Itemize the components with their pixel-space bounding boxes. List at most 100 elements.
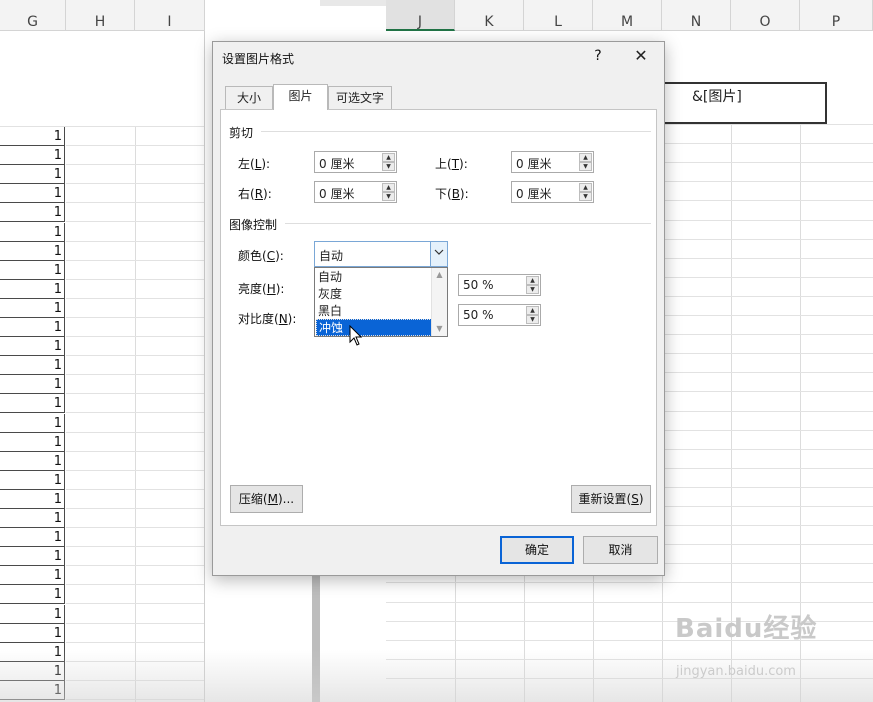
crop-right-value: 0 厘米 [319, 187, 355, 201]
format-picture-dialog: 设置图片格式 ? ✕ 大小 图片 可选文字 剪切 左(L): 0 厘米 ▲ ▼ 上… [212, 41, 665, 576]
dialog-title: 设置图片格式 [222, 52, 295, 66]
cell-value[interactable]: 1 [0, 642, 65, 662]
spin-up-icon[interactable]: ▲ [579, 153, 592, 162]
crop-right-label: 右(R): [238, 187, 272, 201]
cell-value[interactable]: 1 [0, 375, 65, 395]
tab-picture[interactable]: 图片 [273, 84, 328, 110]
crop-top-spinner[interactable]: 0 厘米 ▲ ▼ [511, 151, 594, 173]
crop-left-spinner[interactable]: 0 厘米 ▲ ▼ [314, 151, 397, 173]
cell-value[interactable]: 1 [0, 127, 65, 146]
cell-value[interactable]: 1 [0, 318, 65, 337]
crop-left-label: 左(L): [238, 157, 271, 171]
crop-section-divider [261, 131, 651, 132]
crop-top-label: 上(T): [435, 157, 468, 171]
color-dropdown-list: 自动 灰度 黑白 冲蚀 ▲ ▼ [314, 267, 448, 337]
cell-value[interactable]: 1 [0, 413, 65, 433]
column-header-p[interactable]: P [800, 0, 873, 31]
help-button[interactable]: ? [591, 48, 605, 64]
spin-down-icon[interactable]: ▼ [579, 162, 592, 171]
picture-tab-panel: 剪切 左(L): 0 厘米 ▲ ▼ 上(T): 0 厘米 ▲ ▼ 右(R): 0 厘… [220, 109, 657, 526]
cell-value[interactable]: 1 [0, 680, 65, 700]
cell-value[interactable]: 1 [0, 165, 65, 185]
contrast-label: 对比度(N): [238, 312, 297, 326]
tab-size[interactable]: 大小 [225, 86, 273, 110]
ok-button[interactable]: 确定 [500, 536, 574, 564]
column-header-m[interactable]: M [593, 0, 662, 31]
cell-value[interactable]: 1 [0, 432, 65, 452]
cell-value[interactable]: 1 [0, 509, 65, 528]
sheet-grid-left[interactable]: 111111111111111111111111111111 [0, 31, 205, 702]
cell-value[interactable]: 1 [0, 356, 65, 376]
cell-value[interactable]: 1 [0, 604, 65, 624]
cell-value[interactable]: 1 [0, 184, 65, 204]
cell-value[interactable]: 1 [0, 337, 65, 357]
spin-down-icon[interactable]: ▼ [579, 192, 592, 201]
crop-right-spinner[interactable]: 0 厘米 ▲ ▼ [314, 181, 397, 203]
scroll-up-icon[interactable]: ▲ [432, 270, 447, 279]
spin-up-icon[interactable]: ▲ [526, 276, 539, 285]
spin-down-icon[interactable]: ▼ [382, 162, 395, 171]
cancel-button[interactable]: 取消 [583, 536, 658, 564]
column-header-i[interactable]: I [135, 0, 205, 31]
cell-value[interactable]: 1 [0, 451, 65, 471]
color-option-auto[interactable]: 自动 [316, 269, 432, 286]
tab-alt-text[interactable]: 可选文字 [328, 86, 392, 110]
dropdown-scrollbar[interactable]: ▲ ▼ [431, 268, 447, 336]
spin-up-icon[interactable]: ▲ [382, 183, 395, 192]
crop-bottom-spinner[interactable]: 0 厘米 ▲ ▼ [511, 181, 594, 203]
contrast-value: 50 % [463, 308, 494, 322]
cell-value[interactable]: 1 [0, 203, 65, 223]
spin-up-icon[interactable]: ▲ [579, 183, 592, 192]
cell-value[interactable]: 1 [0, 241, 65, 261]
spin-down-icon[interactable]: ▼ [526, 285, 539, 294]
spin-up-icon[interactable]: ▲ [382, 153, 395, 162]
column-header-g[interactable]: G [0, 0, 66, 31]
cell-value[interactable]: 1 [0, 566, 65, 586]
page-break-bar [312, 570, 320, 702]
cell-value[interactable]: 1 [0, 279, 65, 299]
cell-value[interactable]: 1 [0, 470, 65, 490]
cell-value[interactable]: 1 [0, 528, 65, 548]
spin-up-icon[interactable]: ▲ [526, 306, 539, 315]
cell-value[interactable]: 1 [0, 394, 65, 414]
cell-value[interactable]: 1 [0, 547, 65, 567]
color-option-black-white[interactable]: 黑白 [316, 303, 432, 320]
mouse-pointer-icon [349, 325, 363, 346]
column-header-bar-right: J K L M N O P [386, 0, 873, 31]
cell-value[interactable]: 1 [0, 260, 65, 280]
cell-value[interactable]: 1 [0, 585, 65, 605]
cell-value[interactable]: 1 [0, 222, 65, 242]
column-header-o[interactable]: O [731, 0, 800, 31]
page-header-field[interactable] [663, 82, 827, 124]
image-control-section-label: 图像控制 [229, 218, 278, 232]
crop-left-value: 0 厘米 [319, 157, 355, 171]
cell-value[interactable]: 1 [0, 623, 65, 643]
cell-value[interactable]: 1 [0, 661, 65, 681]
crop-section-label: 剪切 [229, 126, 254, 140]
spin-down-icon[interactable]: ▼ [526, 315, 539, 324]
color-combobox[interactable]: 自动 [314, 241, 448, 267]
crop-bottom-value: 0 厘米 [516, 187, 552, 201]
chevron-down-icon[interactable] [430, 242, 447, 266]
contrast-spinner[interactable]: 50 % ▲ ▼ [458, 304, 541, 326]
color-selected-value: 自动 [319, 249, 344, 263]
compress-button[interactable]: 压缩(M)... [230, 485, 303, 513]
column-header-h[interactable]: H [66, 0, 135, 31]
color-option-grayscale[interactable]: 灰度 [316, 286, 432, 303]
brightness-spinner[interactable]: 50 % ▲ ▼ [458, 274, 541, 296]
column-header-j[interactable]: J [386, 0, 455, 31]
close-icon[interactable]: ✕ [631, 46, 651, 65]
color-option-washout[interactable]: 冲蚀 [316, 319, 432, 336]
crop-top-value: 0 厘米 [516, 157, 552, 171]
cell-value[interactable]: 1 [0, 489, 65, 509]
cell-value[interactable]: 1 [0, 298, 65, 318]
color-label: 颜色(C): [238, 249, 284, 263]
column-header-n[interactable]: N [662, 0, 731, 31]
spin-down-icon[interactable]: ▼ [382, 192, 395, 201]
reset-button[interactable]: 重新设置(S) [571, 485, 651, 513]
cell-value[interactable]: 1 [0, 146, 65, 166]
scroll-down-icon[interactable]: ▼ [432, 324, 447, 333]
column-header-k[interactable]: K [455, 0, 524, 31]
column-header-l[interactable]: L [524, 0, 593, 31]
brightness-label: 亮度(H): [238, 282, 285, 296]
